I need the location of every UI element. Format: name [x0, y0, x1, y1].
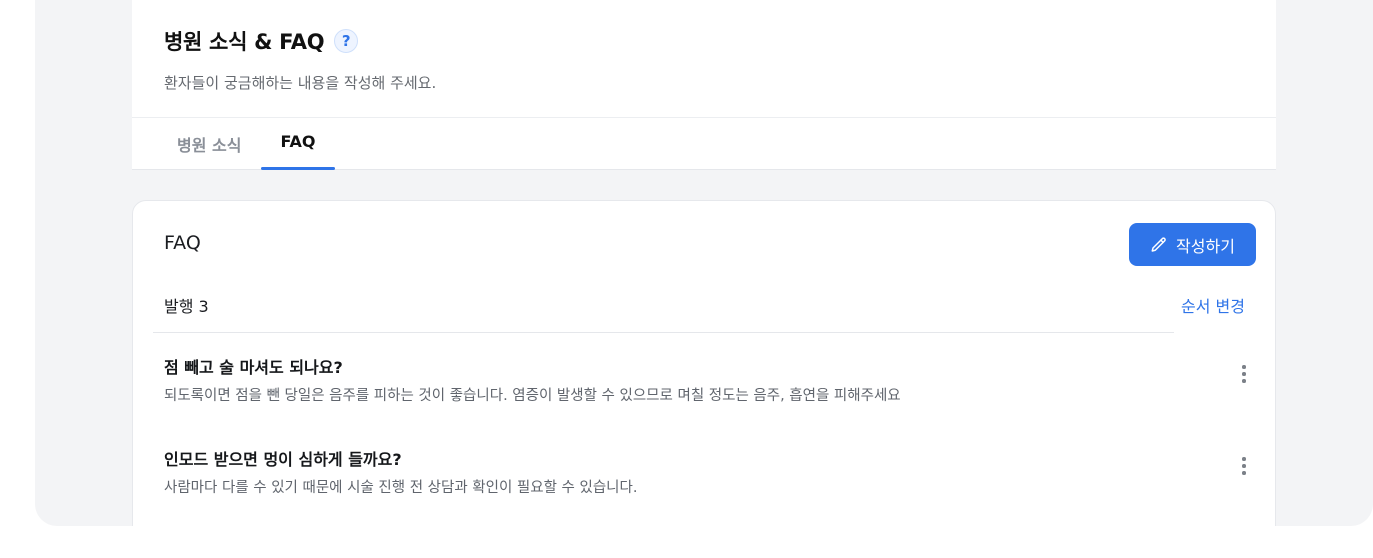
- page-container: 병원 소식 & FAQ ? 환자들이 궁금해하는 내용을 작성해 주세요. 병원…: [35, 0, 1373, 526]
- faq-section-title: FAQ: [164, 232, 201, 254]
- question-circle-icon[interactable]: ?: [334, 29, 359, 53]
- faq-card: FAQ 작성하기 발행 3 순서 변경 점 빼고 술 마셔도 되나요? 되도록이…: [132, 200, 1276, 526]
- page-subtitle: 환자들이 궁금해하는 내용을 작성해 주세요.: [164, 74, 437, 92]
- write-button[interactable]: 작성하기: [1129, 223, 1256, 266]
- title-row: 병원 소식 & FAQ ?: [164, 26, 359, 56]
- pencil-icon: [1151, 236, 1166, 252]
- kebab-menu-icon[interactable]: [1234, 454, 1254, 478]
- faq-item[interactable]: 인모드 받으면 멍이 심하게 들까요? 사람마다 다를 수 있기 때문에 시술 …: [164, 446, 1254, 497]
- kebab-menu-icon[interactable]: [1234, 362, 1254, 386]
- page-title: 병원 소식 & FAQ: [164, 30, 325, 54]
- faq-question: 점 빼고 술 마셔도 되나요?: [164, 358, 343, 377]
- reorder-link[interactable]: 순서 변경: [1181, 293, 1245, 317]
- divider: [153, 332, 1174, 333]
- faq-answer: 사람마다 다를 수 있기 때문에 시술 진행 전 상담과 확인이 필요할 수 있…: [164, 480, 638, 496]
- published-count: 발행 3: [164, 297, 209, 316]
- divider: [132, 117, 1276, 118]
- faq-item[interactable]: 점 빼고 술 마셔도 되나요? 되도록이면 점을 뺀 당일은 음주를 피하는 것…: [164, 354, 1254, 405]
- tab-faq[interactable]: FAQ: [261, 132, 335, 170]
- write-button-label: 작성하기: [1176, 236, 1235, 256]
- tab-hospital-news[interactable]: 병원 소식: [177, 132, 241, 170]
- page-header: 병원 소식 & FAQ ? 환자들이 궁금해하는 내용을 작성해 주세요. 병원…: [132, 0, 1276, 170]
- faq-question: 인모드 받으면 멍이 심하게 들까요?: [164, 450, 402, 469]
- faq-answer: 되도록이면 점을 뺀 당일은 음주를 피하는 것이 좋습니다. 염증이 발생할 …: [164, 388, 901, 404]
